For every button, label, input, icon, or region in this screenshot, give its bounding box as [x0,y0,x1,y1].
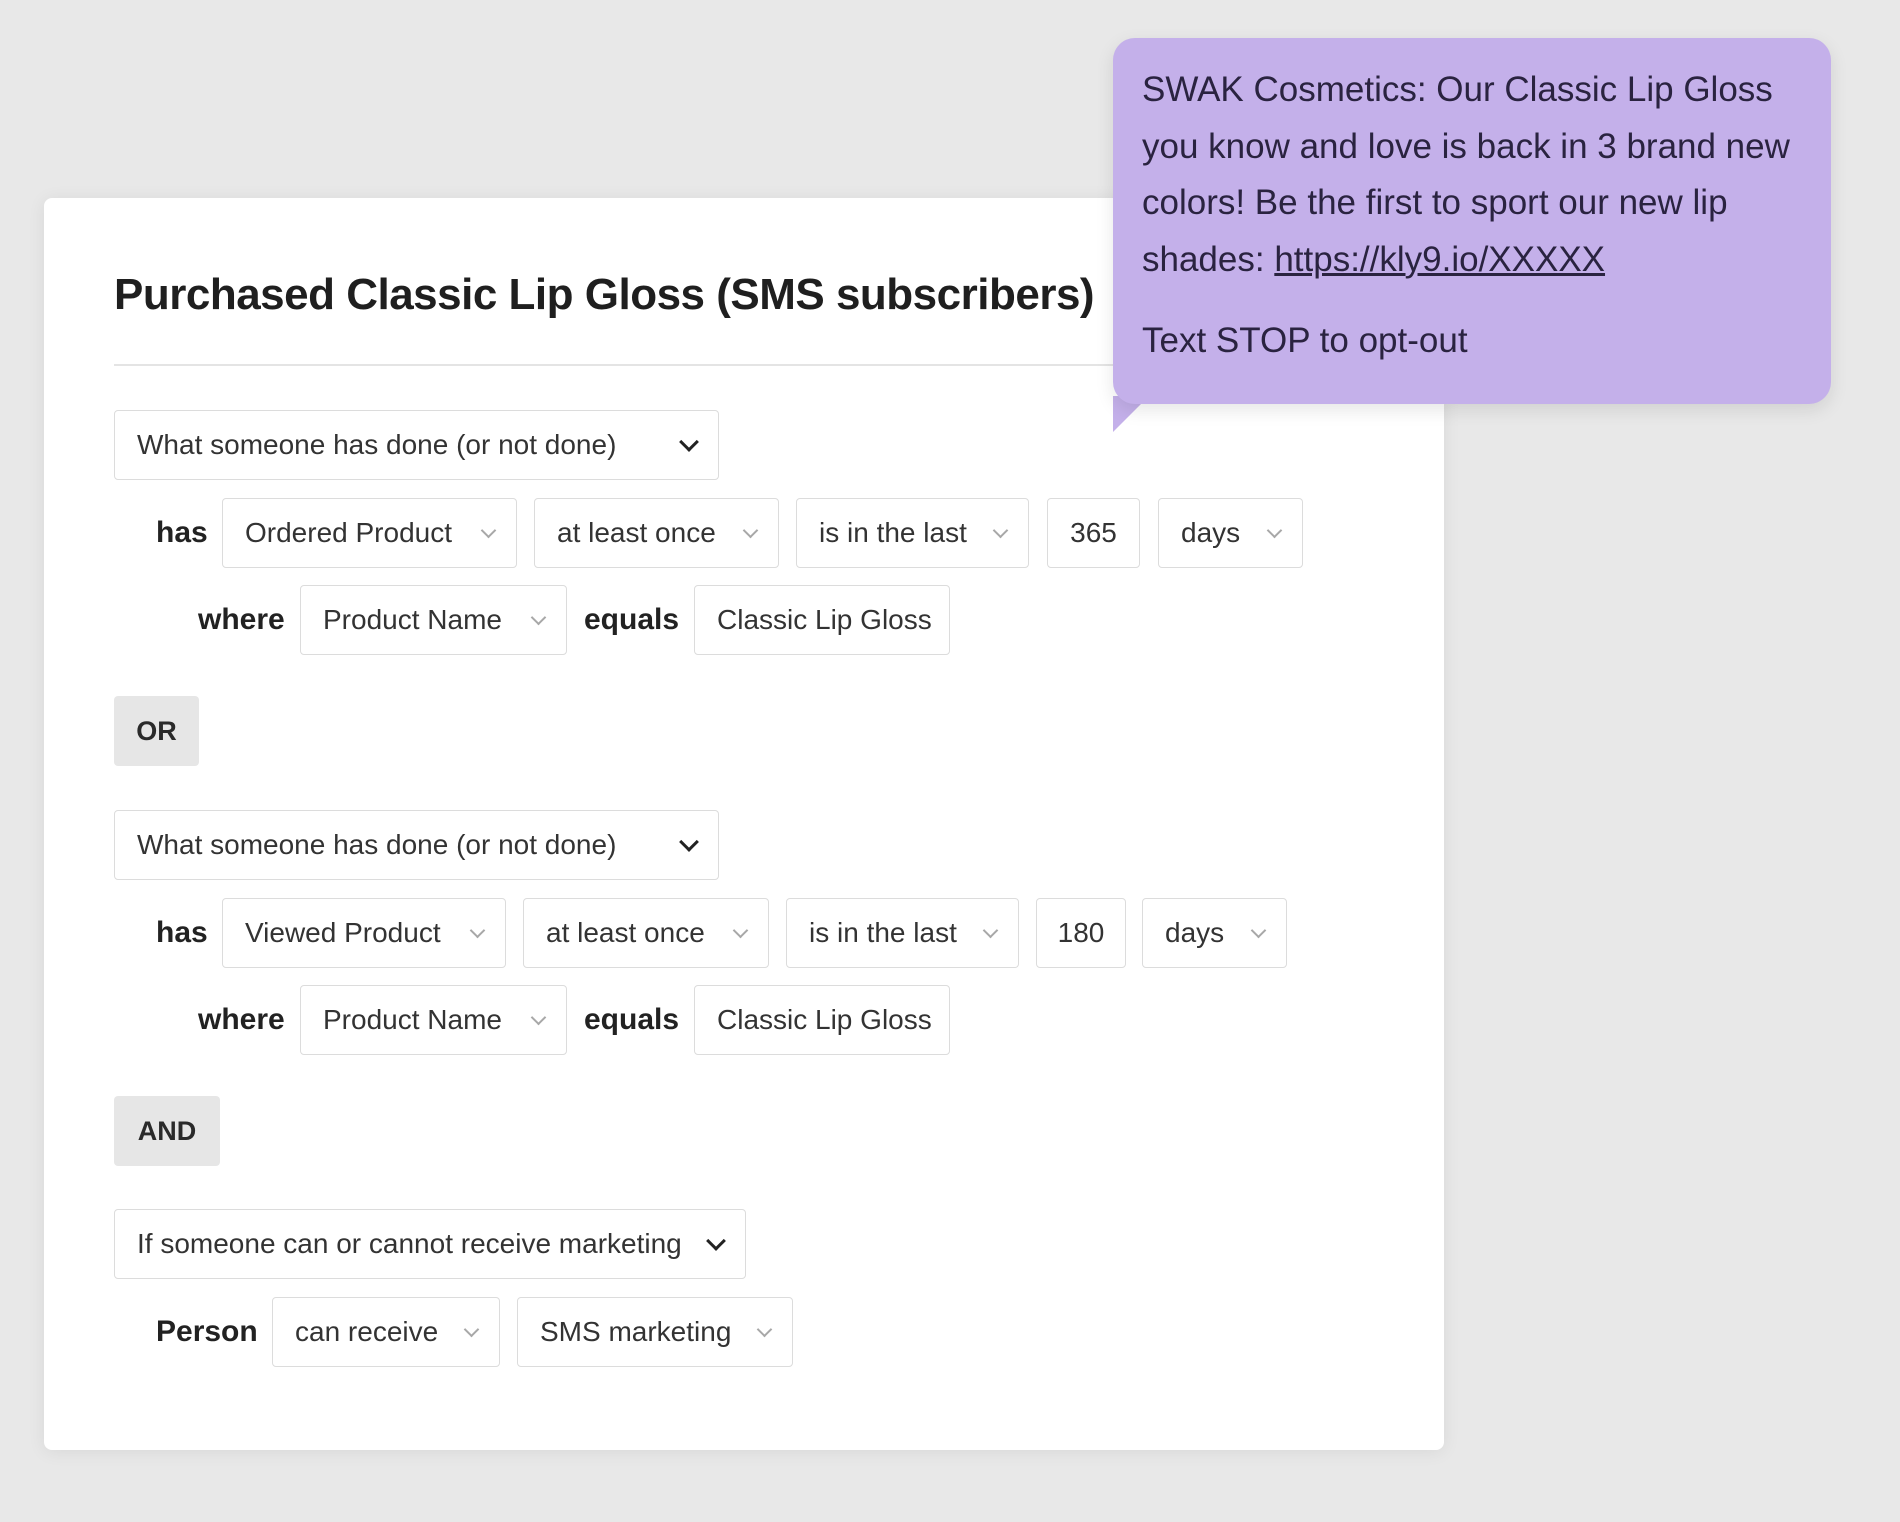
condition-type-label: If someone can or cannot receive marketi… [137,1228,682,1259]
unit-value: days [1165,917,1225,948]
unit-select-2[interactable]: days [1142,898,1287,968]
value-input-2[interactable]: Classic Lip Gloss [694,985,950,1055]
stage: Purchased Classic Lip Gloss (SMS subscri… [0,0,1900,1522]
frequency-select-1[interactable]: at least once [534,498,779,568]
has-label: has [156,516,208,549]
chevron-down-icon [469,922,486,938]
metric-select-2[interactable]: Viewed Product [222,898,506,968]
chevron-down-icon [992,522,1009,538]
filter-value: Classic Lip Gloss [717,1004,932,1035]
consent-status-select[interactable]: can receive [272,1297,500,1367]
consent-condition-select[interactable]: If someone can or cannot receive marketi… [114,1209,746,1279]
chevron-down-icon [679,832,699,852]
where-label: where [198,603,285,636]
frequency-select-2[interactable]: at least once [523,898,769,968]
unit-select-1[interactable]: days [1158,498,1303,568]
chevron-down-icon [530,609,547,625]
chevron-down-icon [742,522,759,538]
sms-opt-out-text: Text STOP to opt-out [1142,321,1468,360]
chevron-down-icon [480,522,497,538]
channel-select[interactable]: SMS marketing [517,1297,793,1367]
has-label: has [156,916,208,949]
and-connector-button[interactable]: AND [114,1096,220,1166]
chevron-down-icon [706,1231,726,1251]
segment-title: Purchased Classic Lip Gloss (SMS subscri… [114,270,1095,319]
where-label: where [198,1003,285,1036]
consent-status-value: can receive [295,1316,439,1347]
value-input-1[interactable]: Classic Lip Gloss [694,585,950,655]
chevron-down-icon [1266,522,1283,538]
condition-type-select-1[interactable]: What someone has done (or not done) [114,410,719,480]
property-value: Product Name [323,1004,502,1035]
condition-type-label: What someone has done (or not done) [137,829,617,860]
chevron-down-icon [463,1321,480,1337]
chevron-down-icon [530,1009,547,1025]
property-select-1[interactable]: Product Name [300,585,567,655]
operator-label: equals [584,1003,680,1036]
timeframe-select-2[interactable]: is in the last [786,898,1019,968]
chevron-down-icon [679,432,699,452]
amount-value: 365 [1070,517,1117,548]
or-connector-button[interactable]: OR [114,696,199,766]
amount-input-1[interactable]: 365 [1047,498,1140,568]
unit-value: days [1181,517,1241,548]
timeframe-value: is in the last [809,917,957,948]
condition-type-label: What someone has done (or not done) [137,429,617,460]
property-select-2[interactable]: Product Name [300,985,567,1055]
frequency-value: at least once [557,517,716,548]
chevron-down-icon [732,922,749,938]
metric-select-1[interactable]: Ordered Product [222,498,517,568]
filter-value: Classic Lip Gloss [717,604,932,635]
condition-type-select-2[interactable]: What someone has done (or not done) [114,810,719,880]
sms-message: SWAK Cosmetics: Our Classic Lip Gloss yo… [1142,62,1803,288]
chevron-down-icon [1250,922,1267,938]
channel-value: SMS marketing [540,1316,732,1347]
property-value: Product Name [323,604,502,635]
sms-preview-bubble: SWAK Cosmetics: Our Classic Lip Gloss yo… [1113,38,1831,404]
timeframe-value: is in the last [819,517,967,548]
amount-input-2[interactable]: 180 [1036,898,1126,968]
amount-value: 180 [1057,917,1105,948]
frequency-value: at least once [546,917,705,948]
chevron-down-icon [982,922,999,938]
operator-label: equals [584,603,680,636]
sms-link[interactable]: https://kly9.io/XXXXX [1274,240,1605,279]
chevron-down-icon [756,1321,773,1337]
metric-value: Ordered Product [245,517,452,548]
metric-value: Viewed Product [245,917,441,948]
person-label: Person [156,1315,258,1348]
timeframe-select-1[interactable]: is in the last [796,498,1029,568]
